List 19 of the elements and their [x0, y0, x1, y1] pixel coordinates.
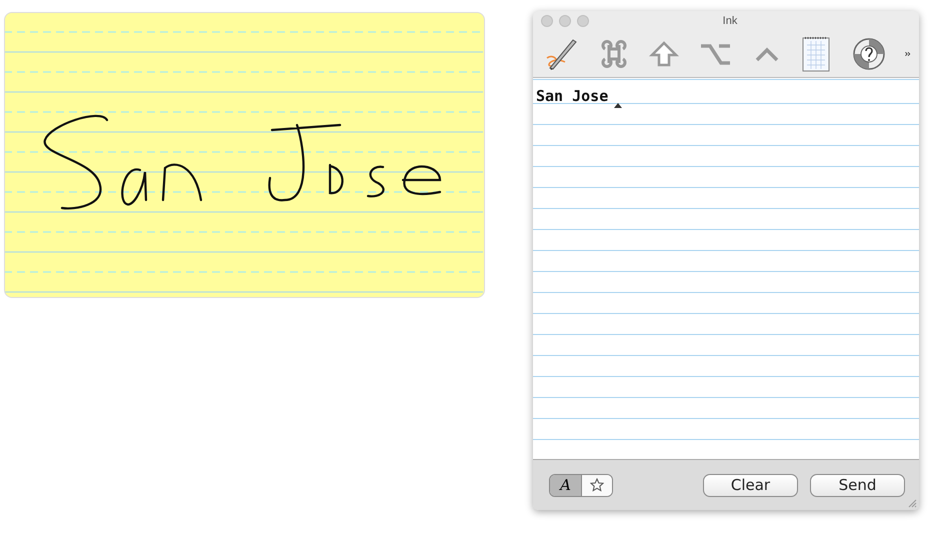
writing-mode-button[interactable]: A: [550, 474, 581, 496]
zoom-button[interactable]: [577, 15, 589, 27]
star-icon: [590, 478, 604, 492]
send-button[interactable]: Send: [810, 474, 905, 496]
resize-grip-icon[interactable]: [907, 498, 917, 508]
command-key-icon[interactable]: [599, 39, 629, 69]
recognized-text: San Jose: [535, 86, 608, 105]
star-mode-button[interactable]: [581, 474, 612, 496]
shift-key-icon[interactable]: [649, 39, 679, 69]
clear-button[interactable]: Clear: [703, 474, 798, 496]
caret-icon: [613, 102, 623, 108]
writing-pad[interactable]: [4, 12, 485, 298]
help-lifebuoy-icon[interactable]: [851, 36, 887, 72]
minimize-button[interactable]: [559, 15, 571, 27]
notepad-icon[interactable]: [801, 35, 831, 73]
overflow-chevron-icon[interactable]: [905, 49, 911, 59]
lined-paper[interactable]: San Jose: [533, 78, 919, 460]
close-button[interactable]: [541, 15, 553, 27]
window-title: Ink: [722, 15, 738, 27]
